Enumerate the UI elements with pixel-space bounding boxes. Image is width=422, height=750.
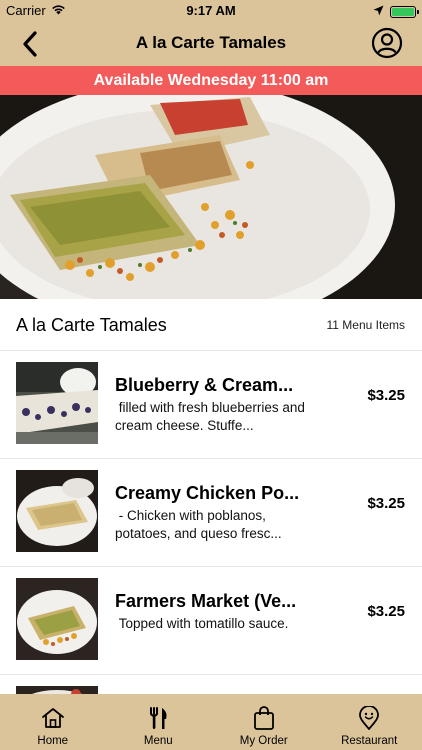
menu-item-name: Farmers Market (Ve... [115,591,297,611]
menu-item-blueberry-cream[interactable]: Blueberry & Cream... filled with fresh b… [0,351,422,459]
section-title: A la Carte Tamales [16,315,167,335]
user-profile-icon [371,27,403,59]
tab-menu[interactable]: Menu [106,694,212,750]
menu-item-price: $3.25 [367,603,405,620]
tab-label: Home [37,735,69,747]
shopping-bag-icon [253,706,274,730]
tab-label: Menu [143,735,173,747]
menu-item-farmers-market[interactable]: Farmers Market (Ve... Topped with tomati… [0,567,422,675]
availability-banner: Available Wednesday 11:00 am [0,66,422,95]
menu-item-description: Topped with tomatillo sauce. [115,616,289,631]
menu-item-count: 11 Menu Items [326,318,405,332]
menu-item-name: Creamy Chicken Po... [115,483,300,503]
fork-knife-icon [150,707,167,729]
location-arrow-icon [373,4,384,19]
menu-item-description: filled with fresh blueberries and cream … [115,400,305,433]
status-time: 9:17 AM [186,3,236,18]
navigation-bar: A la Carte Tamales [0,22,422,66]
status-bar: Carrier 9:17 AM [0,0,422,22]
tab-restaurant[interactable]: Restaurant [317,694,422,750]
section-header: A la Carte Tamales 11 Menu Items [0,299,422,351]
location-pin-icon [359,706,380,730]
status-right [373,4,419,19]
menu-item-name: Blueberry & Cream... [115,375,294,395]
home-icon [41,708,64,728]
menu-list: Blueberry & Cream... filled with fresh b… [0,351,422,694]
tab-bar: Home Menu My Order Restaurant [0,694,422,750]
menu-item-image [16,686,98,694]
menu-item-price: $3.25 [367,495,405,512]
page-title: A la Carte Tamales [135,33,287,52]
menu-item-image [16,578,98,660]
tab-my-order[interactable]: My Order [211,694,317,750]
profile-button[interactable] [370,26,404,60]
tab-label: My Order [239,735,288,747]
menu-item-image [16,470,98,552]
menu-item-price: $3.25 [367,387,405,404]
tab-label: Restaurant [341,735,398,747]
menu-item-image [16,362,98,444]
menu-item-partial[interactable] [0,675,422,694]
battery-icon [390,5,419,18]
hero-image [0,95,422,299]
menu-item-creamy-chicken[interactable]: Creamy Chicken Po... - Chicken with pobl… [0,459,422,567]
menu-item-description: - Chicken with poblanos, potatoes, and q… [115,508,282,541]
tab-home[interactable]: Home [0,694,106,750]
